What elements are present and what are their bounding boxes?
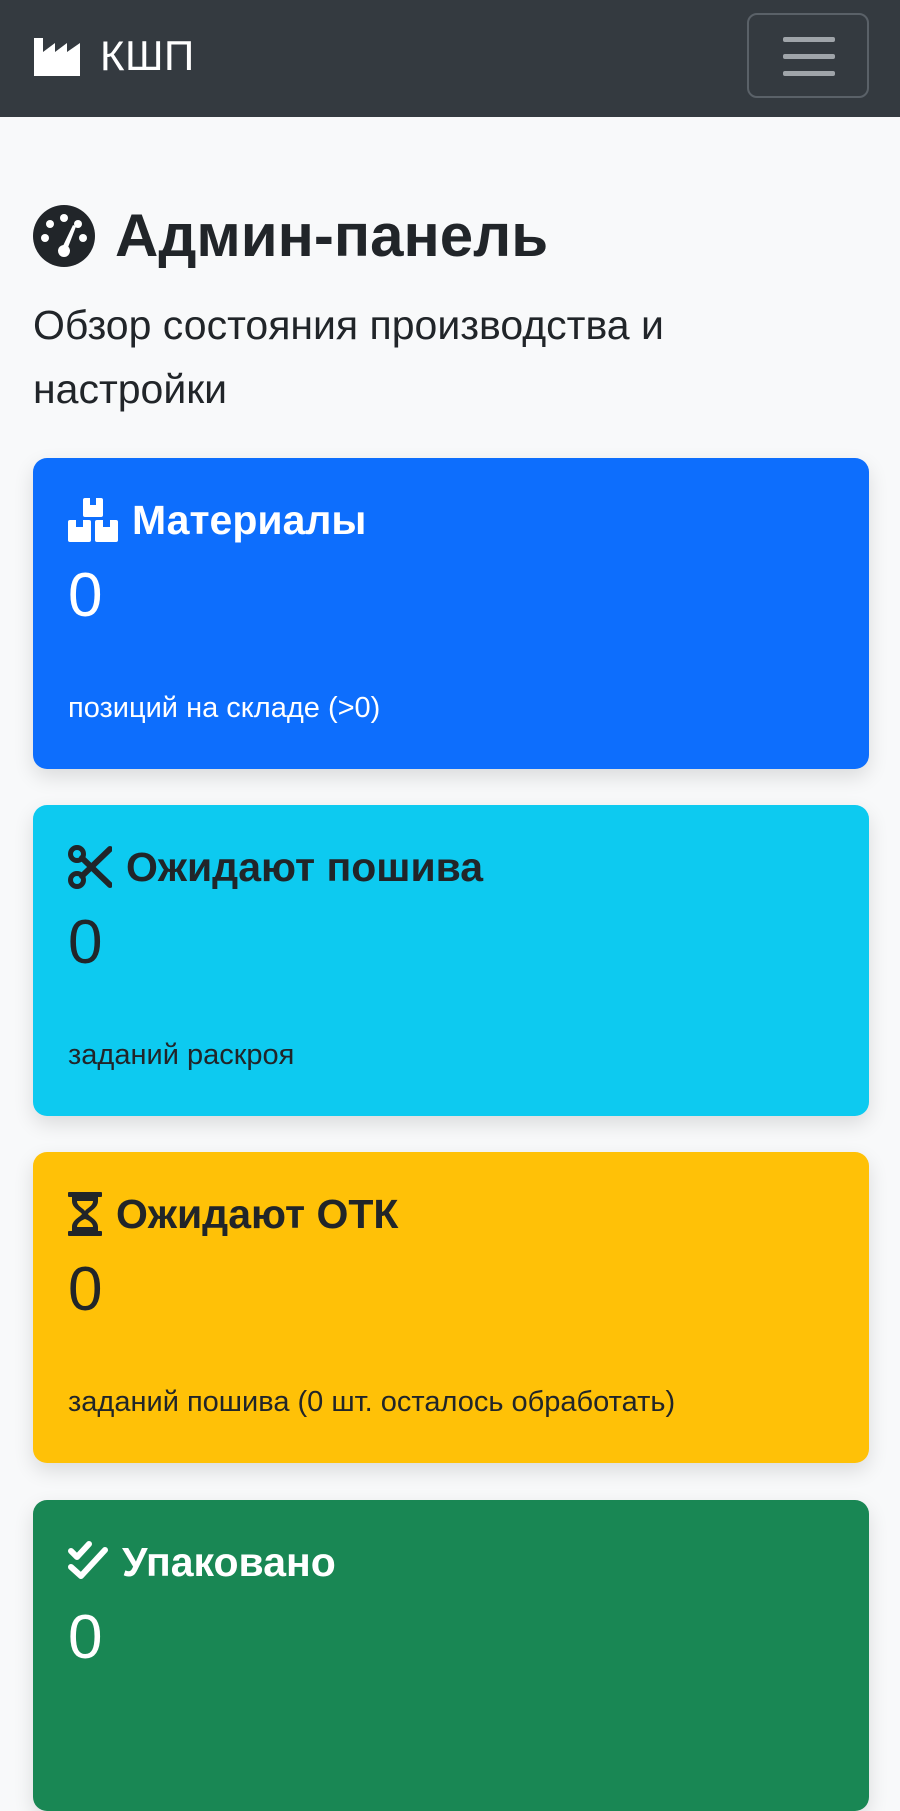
brand-text: КШП	[100, 32, 195, 79]
page-heading: Админ-панель	[33, 196, 548, 276]
materials-card[interactable]: Материалы 0 позиций на складе (>0)	[33, 458, 869, 769]
card-note: заданий пошива (0 шт. осталось обработат…	[68, 1386, 676, 1418]
page-subtitle: Обзор состояния производства и настройки	[33, 302, 664, 412]
scissors-icon	[68, 845, 113, 889]
navbar: КШП	[0, 0, 900, 117]
card-value: 0	[68, 561, 103, 630]
card-title-text: Материалы	[132, 497, 367, 543]
card-title: Ожидают пошива	[68, 839, 483, 895]
card-note: заданий раскроя	[68, 1039, 295, 1071]
card-value: 0	[68, 1255, 103, 1324]
navbar-toggler-button[interactable]	[747, 13, 869, 98]
card-value: 0	[68, 908, 103, 977]
card-title-text: Ожидают ОТК	[116, 1191, 399, 1237]
packed-card[interactable]: Упаковано 0	[33, 1500, 869, 1811]
card-title: Ожидают ОТК	[68, 1186, 398, 1242]
awaiting-sewing-card[interactable]: Ожидают пошива 0 заданий раскроя	[33, 805, 869, 1116]
card-title: Материалы	[68, 492, 366, 548]
boxes-icon	[68, 498, 118, 542]
awaiting-qc-card[interactable]: Ожидают ОТК 0 заданий пошива (0 шт. оста…	[33, 1152, 869, 1463]
brand-link[interactable]: КШП	[34, 30, 195, 82]
hourglass-icon	[68, 1192, 102, 1236]
card-title-text: Ожидают пошива	[126, 844, 484, 890]
industry-icon	[34, 36, 80, 76]
dashboard-gauge-icon	[33, 205, 95, 267]
card-title-text: Упаковано	[122, 1539, 336, 1585]
card-value: 0	[68, 1603, 103, 1672]
card-title: Упаковано	[68, 1534, 336, 1590]
page-title: Админ-панель	[115, 202, 549, 269]
card-note: позиций на складе (>0)	[68, 692, 381, 724]
check-double-icon	[68, 1540, 108, 1584]
